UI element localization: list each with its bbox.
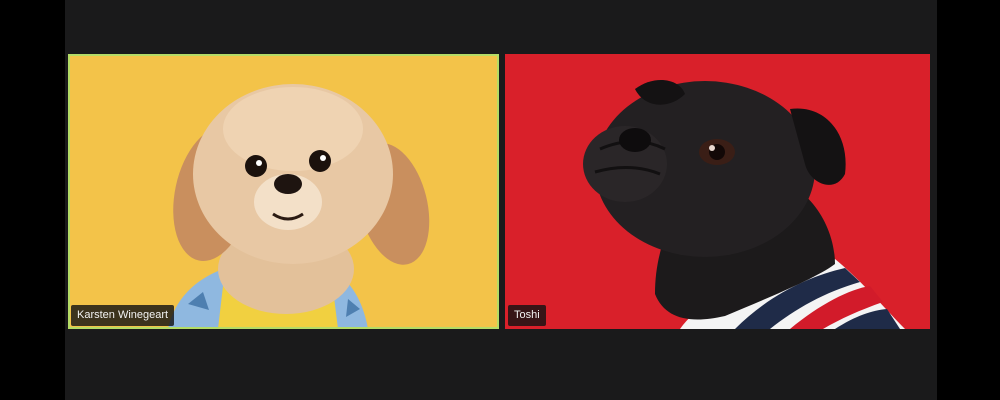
participant-video-dog-shihtzu	[68, 54, 499, 329]
participant-video-dog-pug	[505, 54, 930, 329]
participant-video-tile[interactable]: Karsten Winegeart	[68, 54, 499, 329]
participant-name-label: Toshi	[508, 305, 546, 326]
participant-video-tile[interactable]: Toshi	[505, 54, 930, 329]
participant-name-label: Karsten Winegeart	[71, 305, 175, 326]
